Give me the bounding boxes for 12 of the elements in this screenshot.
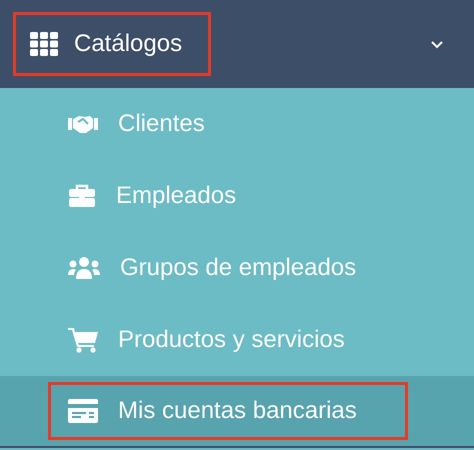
cart-icon: [68, 327, 98, 353]
briefcase-icon: [68, 184, 96, 208]
catalog-menu-button[interactable]: Catálogos: [13, 12, 211, 76]
menu-item[interactable]: Clientes: [48, 95, 408, 153]
menu-item[interactable]: Productos y servicios: [48, 311, 408, 369]
menu-item[interactable]: Empleados: [48, 167, 408, 225]
credit-card-icon: [68, 399, 98, 423]
menu-item[interactable]: Grupos de empleados: [48, 239, 408, 297]
menu-item[interactable]: Mis cuentas bancarias: [48, 382, 408, 440]
users-icon: [68, 257, 100, 279]
grid-icon: [30, 32, 58, 56]
handshake-icon: [68, 113, 98, 135]
